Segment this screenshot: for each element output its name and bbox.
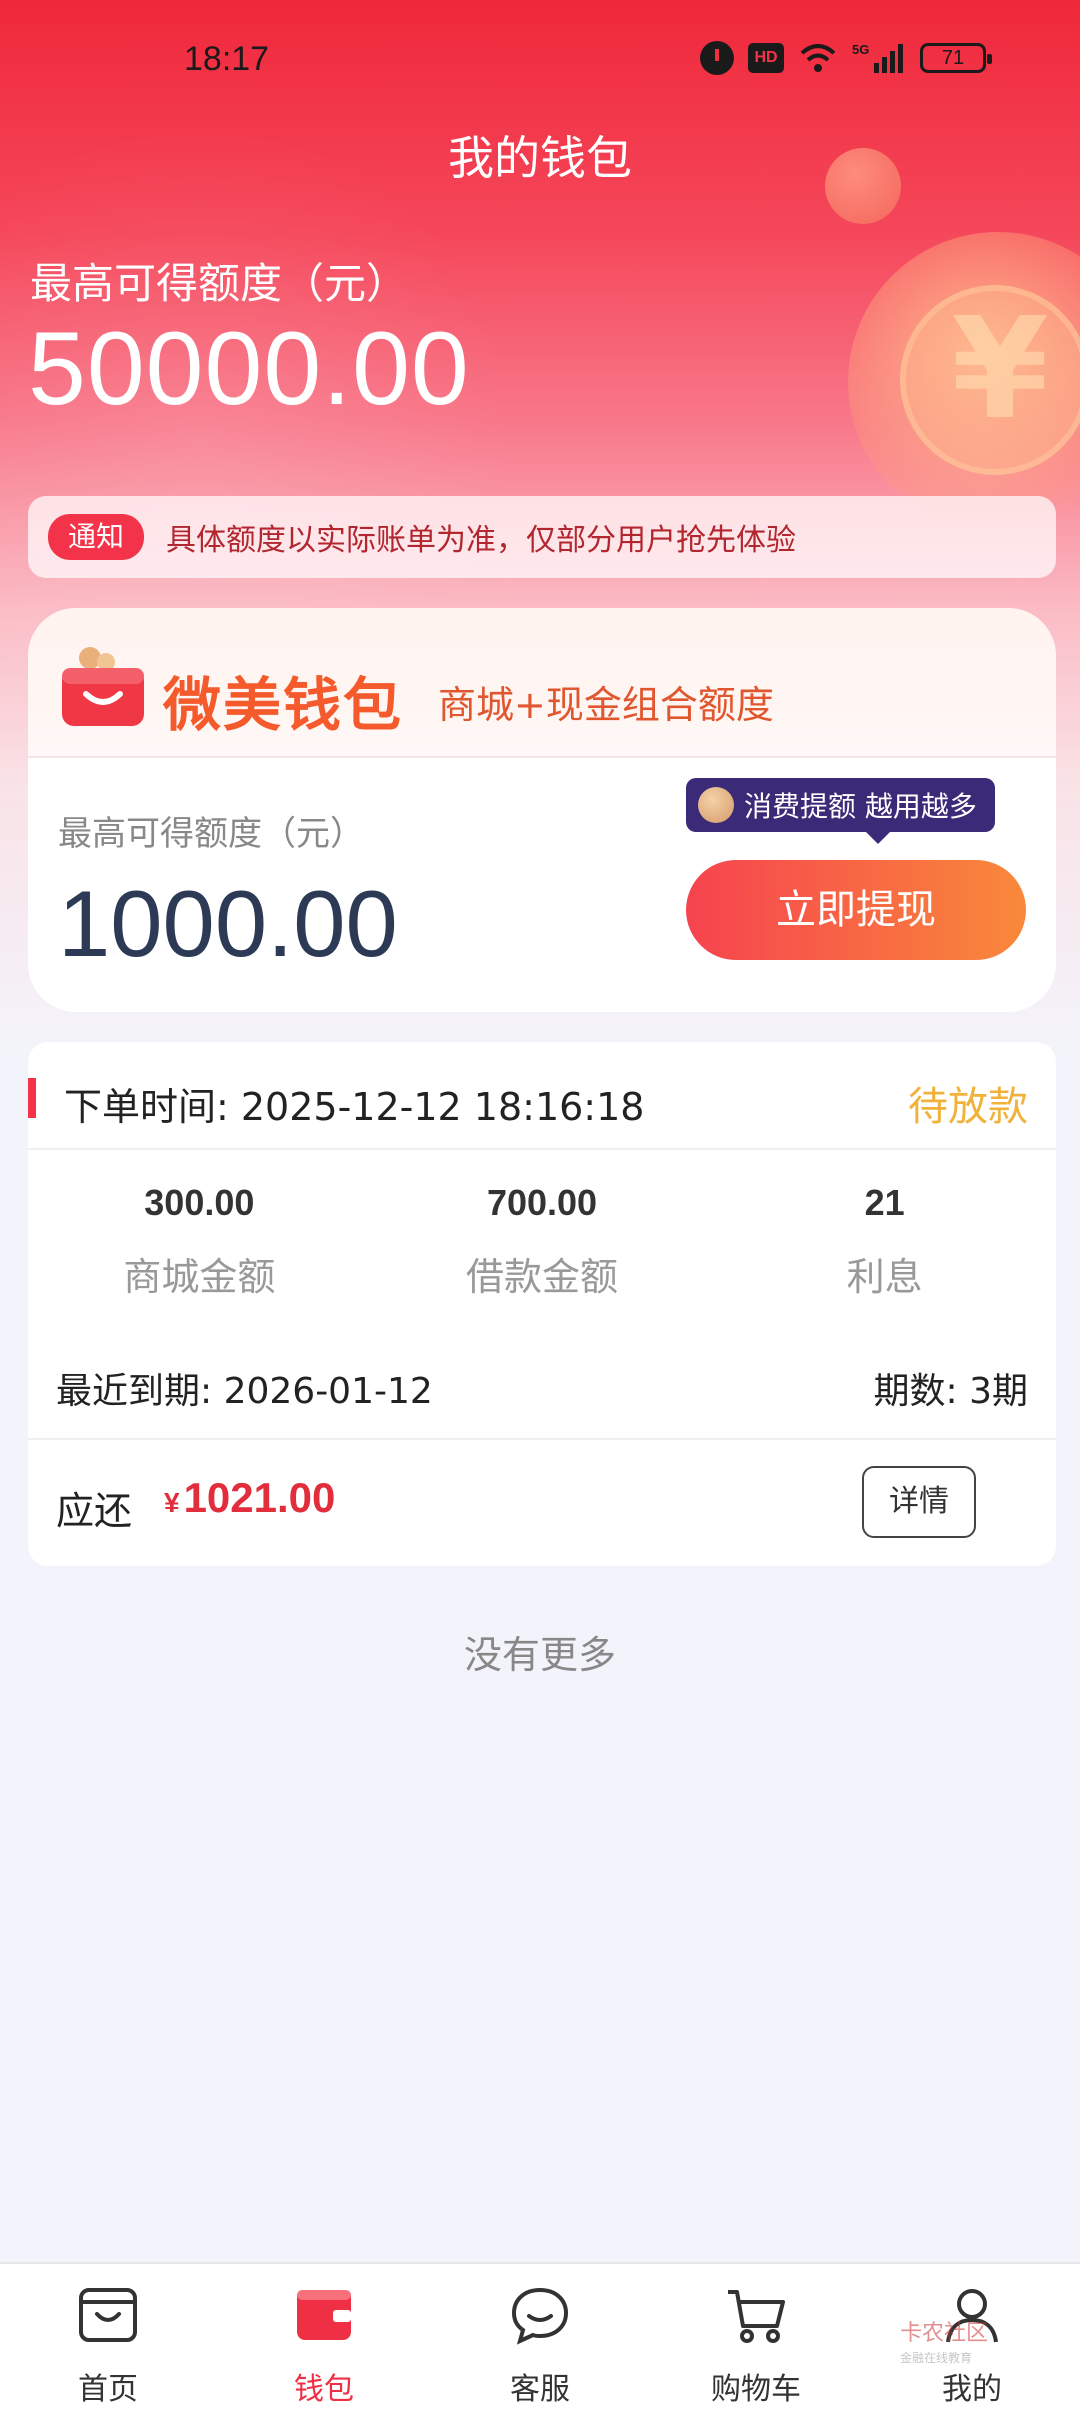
nav-label: 钱包	[294, 2372, 354, 2407]
notice-text: 具体额度以实际账单为准，仅部分用户抢先体验	[166, 523, 797, 558]
nav-item-service[interactable]: 客服	[432, 2264, 648, 2412]
wifi-icon	[800, 44, 836, 72]
promo-tip-text: 消费提额 越用越多	[744, 790, 977, 823]
nav-label: 客服	[510, 2372, 570, 2407]
nav-label: 购物车	[711, 2372, 801, 2407]
yen-coin-icon: ¥	[951, 288, 1049, 451]
accent-bar	[28, 1078, 36, 1118]
wallet-brand-name: 微美钱包	[163, 671, 404, 739]
stat-value: 300.00	[144, 1182, 255, 1223]
wallet-card: 微美钱包 商城+现金组合额度 最高可得额度（元） 1000.00 消费提额 越用…	[28, 608, 1056, 1012]
chat-icon	[511, 2287, 569, 2345]
stat-label: 借款金额	[466, 1255, 619, 1299]
repay-amount-value: 1021.00	[183, 1474, 336, 1521]
order-stats: 300.00 商城金额 700.00 借款金额 21 利息	[28, 1172, 1056, 1322]
details-button[interactable]: 详情	[862, 1466, 976, 1538]
shopping-bag-icon	[62, 647, 144, 726]
wallet-icon	[297, 2290, 351, 2340]
cart-icon	[728, 2290, 785, 2343]
repay-amount: ¥1021.00	[164, 1474, 335, 1522]
stat-value: 700.00	[486, 1182, 598, 1223]
nav-item-cart[interactable]: 购物车	[648, 2264, 864, 2412]
stat-mall-amount: 300.00 商城金额	[28, 1172, 371, 1322]
currency-symbol: ¥	[164, 1487, 180, 1518]
status-time: 18:17	[184, 40, 270, 78]
no-more-text: 没有更多	[463, 1633, 616, 1677]
promo-tip-bubble: 消费提额 越用越多	[686, 778, 995, 844]
notice-bar: 通知 具体额度以实际账单为准，仅部分用户抢先体验	[28, 496, 1056, 578]
stat-interest: 21 利息	[713, 1172, 1056, 1322]
order-card: 下单时间: 2025-12-12 18:16:18 待放款 300.00 商城金…	[28, 1042, 1056, 1566]
svg-text:5G: 5G	[852, 42, 869, 57]
hero-limit-label: 最高可得额度（元）	[30, 259, 409, 308]
nav-item-home[interactable]: 首页	[0, 2264, 216, 2412]
wallet-card-header: 微美钱包 商城+现金组合额度	[28, 608, 1056, 758]
installment-periods: 期数: 3期	[873, 1371, 1028, 1412]
wallet-limit-label: 最高可得额度（元）	[58, 814, 364, 854]
stat-value: 21	[864, 1182, 905, 1223]
order-status: 待放款	[908, 1084, 1028, 1130]
watermark-subtitle: 金融在线教育	[900, 2351, 973, 2365]
repay-label: 应还	[56, 1489, 133, 1533]
battery-icon: 71	[920, 43, 992, 73]
nav-item-wallet[interactable]: 钱包	[216, 2264, 432, 2412]
signal-5g-icon: 5G	[852, 42, 903, 73]
watermark-logo: 卡农社区 金融在线教育	[900, 2322, 1020, 2372]
hero-limit-amount: 50000.00	[28, 311, 470, 427]
withdraw-button[interactable]: 立即提现	[686, 860, 1026, 960]
stat-label: 商城金额	[123, 1255, 276, 1299]
wallet-limit-amount: 1000.00	[58, 871, 398, 976]
order-time: 下单时间: 2025-12-12 18:16:18	[64, 1085, 645, 1129]
due-date: 最近到期: 2026-01-12	[56, 1371, 433, 1412]
home-bag-icon	[79, 2288, 137, 2342]
watermark-title: 卡农社区	[900, 2321, 989, 2346]
nav-label: 首页	[78, 2372, 138, 2407]
order-header: 下单时间: 2025-12-12 18:16:18 待放款	[28, 1042, 1056, 1150]
alarm-icon	[700, 41, 734, 75]
coin-icon	[698, 787, 734, 823]
wallet-subtitle: 商城+现金组合额度	[438, 683, 774, 727]
hd-icon: HD	[748, 43, 784, 73]
page-title: 我的钱包	[448, 131, 632, 185]
status-icons: HD 5G 71	[700, 38, 992, 78]
notice-tag: 通知	[48, 514, 145, 560]
stat-label: 利息	[846, 1255, 923, 1299]
stat-loan-amount: 700.00 借款金额	[371, 1172, 714, 1322]
divider	[28, 1438, 1056, 1440]
